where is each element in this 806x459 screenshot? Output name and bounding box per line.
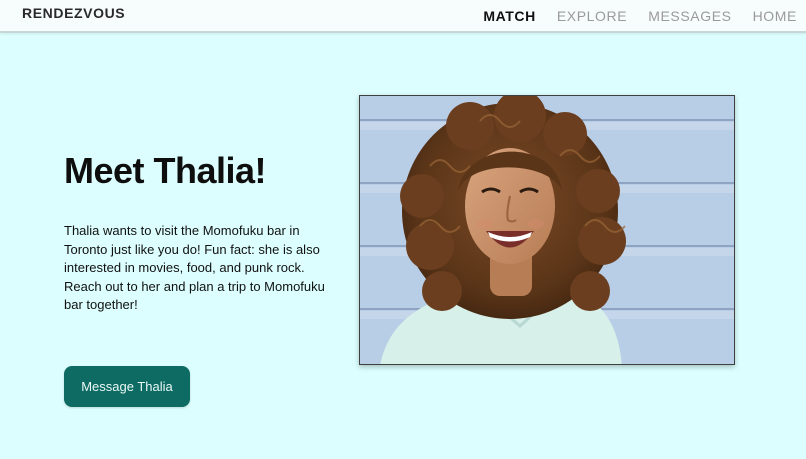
nav-links: MATCH EXPLORE MESSAGES HOME: [483, 8, 797, 24]
page-title: Meet Thalia!: [64, 150, 267, 191]
brand-logo[interactable]: RENDEZVOUS: [22, 5, 125, 21]
nav-link-messages[interactable]: MESSAGES: [648, 8, 731, 24]
nav-link-match[interactable]: MATCH: [483, 8, 536, 24]
profile-photo: [359, 95, 735, 365]
profile-description: Thalia wants to visit the Momofuku bar i…: [64, 223, 325, 312]
top-navbar: RENDEZVOUS MATCH EXPLORE MESSAGES HOME: [0, 0, 806, 33]
nav-link-home[interactable]: HOME: [753, 8, 797, 24]
message-button[interactable]: Message Thalia: [64, 366, 190, 407]
nav-link-explore[interactable]: EXPLORE: [557, 8, 627, 24]
